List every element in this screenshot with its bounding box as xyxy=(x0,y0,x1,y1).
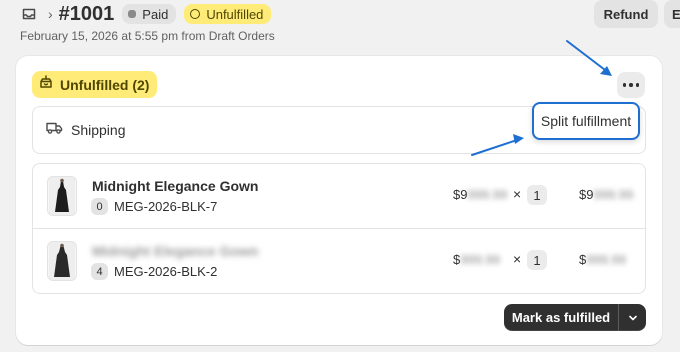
unit-price: $9 999.99 xyxy=(453,187,507,202)
total-leading-digit: 9 xyxy=(586,187,594,202)
price-blurred-value: 999.99 xyxy=(460,252,500,267)
price-blurred-value: 999.99 xyxy=(467,187,508,202)
package-icon xyxy=(38,74,54,95)
quantity-value: 1 xyxy=(527,250,547,270)
more-actions-button[interactable] xyxy=(617,72,645,98)
quantity-badge: 0 xyxy=(91,198,108,215)
mark-as-fulfilled-button-group: Mark as fulfilled xyxy=(504,304,646,331)
fulfillment-card: Unfulfilled (2) Shipping Midnight Elegan… xyxy=(16,56,662,345)
line-items-list: Midnight Elegance Gown 0 MEG-2026-BLK-7 … xyxy=(32,163,646,294)
unfulfilled-ring-icon xyxy=(190,9,201,19)
sku-row: 4 MEG-2026-BLK-2 xyxy=(91,263,217,280)
orders-inbox-icon[interactable] xyxy=(20,5,38,23)
breadcrumb-separator: › xyxy=(48,6,53,22)
line-total: $9 999.99 xyxy=(579,187,633,202)
line-item-row: Midnight Elegance Gown 0 MEG-2026-BLK-7 … xyxy=(33,164,645,229)
quantity-badge: 4 xyxy=(91,263,108,280)
truck-icon xyxy=(46,121,63,140)
product-sku: MEG-2026-BLK-7 xyxy=(114,199,218,214)
quantity-value: 1 xyxy=(527,185,547,205)
edit-button[interactable]: E xyxy=(664,0,680,28)
mark-as-fulfilled-button[interactable]: Mark as fulfilled xyxy=(504,310,618,325)
price-currency: $ xyxy=(453,187,461,202)
unfulfilled-count-badge: Unfulfilled (2) xyxy=(32,71,158,98)
paid-dot-icon xyxy=(128,10,137,18)
product-thumbnail[interactable] xyxy=(47,176,77,216)
product-thumbnail[interactable] xyxy=(47,241,77,281)
total-currency: $ xyxy=(579,252,587,267)
more-dot-icon xyxy=(622,83,627,87)
unfulfilled-status-badge: Unfulfilled xyxy=(184,4,272,24)
line-item-row: Midnight Elegance Gown 4 MEG-2026-BLK-2 … xyxy=(33,229,645,294)
price-currency: $ xyxy=(453,252,461,267)
unfulfilled-count-label: Unfulfilled (2) xyxy=(60,76,150,93)
chevron-down-icon[interactable] xyxy=(619,312,646,324)
paid-badge-label: Paid xyxy=(142,6,169,22)
more-dot-icon xyxy=(635,83,640,87)
multiply-sign: × xyxy=(513,251,522,267)
order-subtitle: February 15, 2026 at 5:55 pm from Draft … xyxy=(20,29,275,43)
product-name[interactable]: Midnight Elegance Gown xyxy=(92,178,258,194)
paid-status-badge: Paid xyxy=(122,4,177,24)
edit-button-label: E xyxy=(672,6,680,22)
split-fulfillment-menu-item[interactable]: Split fulfillment xyxy=(541,113,631,129)
price-leading-digit: 9 xyxy=(460,187,468,202)
more-dot-icon xyxy=(629,83,633,87)
sku-row: 0 MEG-2026-BLK-7 xyxy=(91,198,217,215)
multiply-sign: × xyxy=(513,186,522,202)
refund-button[interactable]: Refund xyxy=(594,0,658,28)
product-name[interactable]: Midnight Elegance Gown xyxy=(92,243,258,259)
product-sku: MEG-2026-BLK-2 xyxy=(114,264,218,279)
order-title: #1001 xyxy=(58,2,115,25)
total-currency: $ xyxy=(579,187,587,202)
actions-popover: Split fulfillment xyxy=(532,102,640,140)
shipping-label: Shipping xyxy=(71,122,126,138)
unfulfilled-badge-label: Unfulfilled xyxy=(206,6,264,22)
unit-price: $999.99 xyxy=(453,252,500,267)
order-header: › #1001 Paid Unfulfilled xyxy=(20,0,272,28)
total-blurred-value: 999.99 xyxy=(586,252,626,267)
total-blurred-value: 999.99 xyxy=(593,187,634,202)
line-total: $999.99 xyxy=(579,252,626,267)
